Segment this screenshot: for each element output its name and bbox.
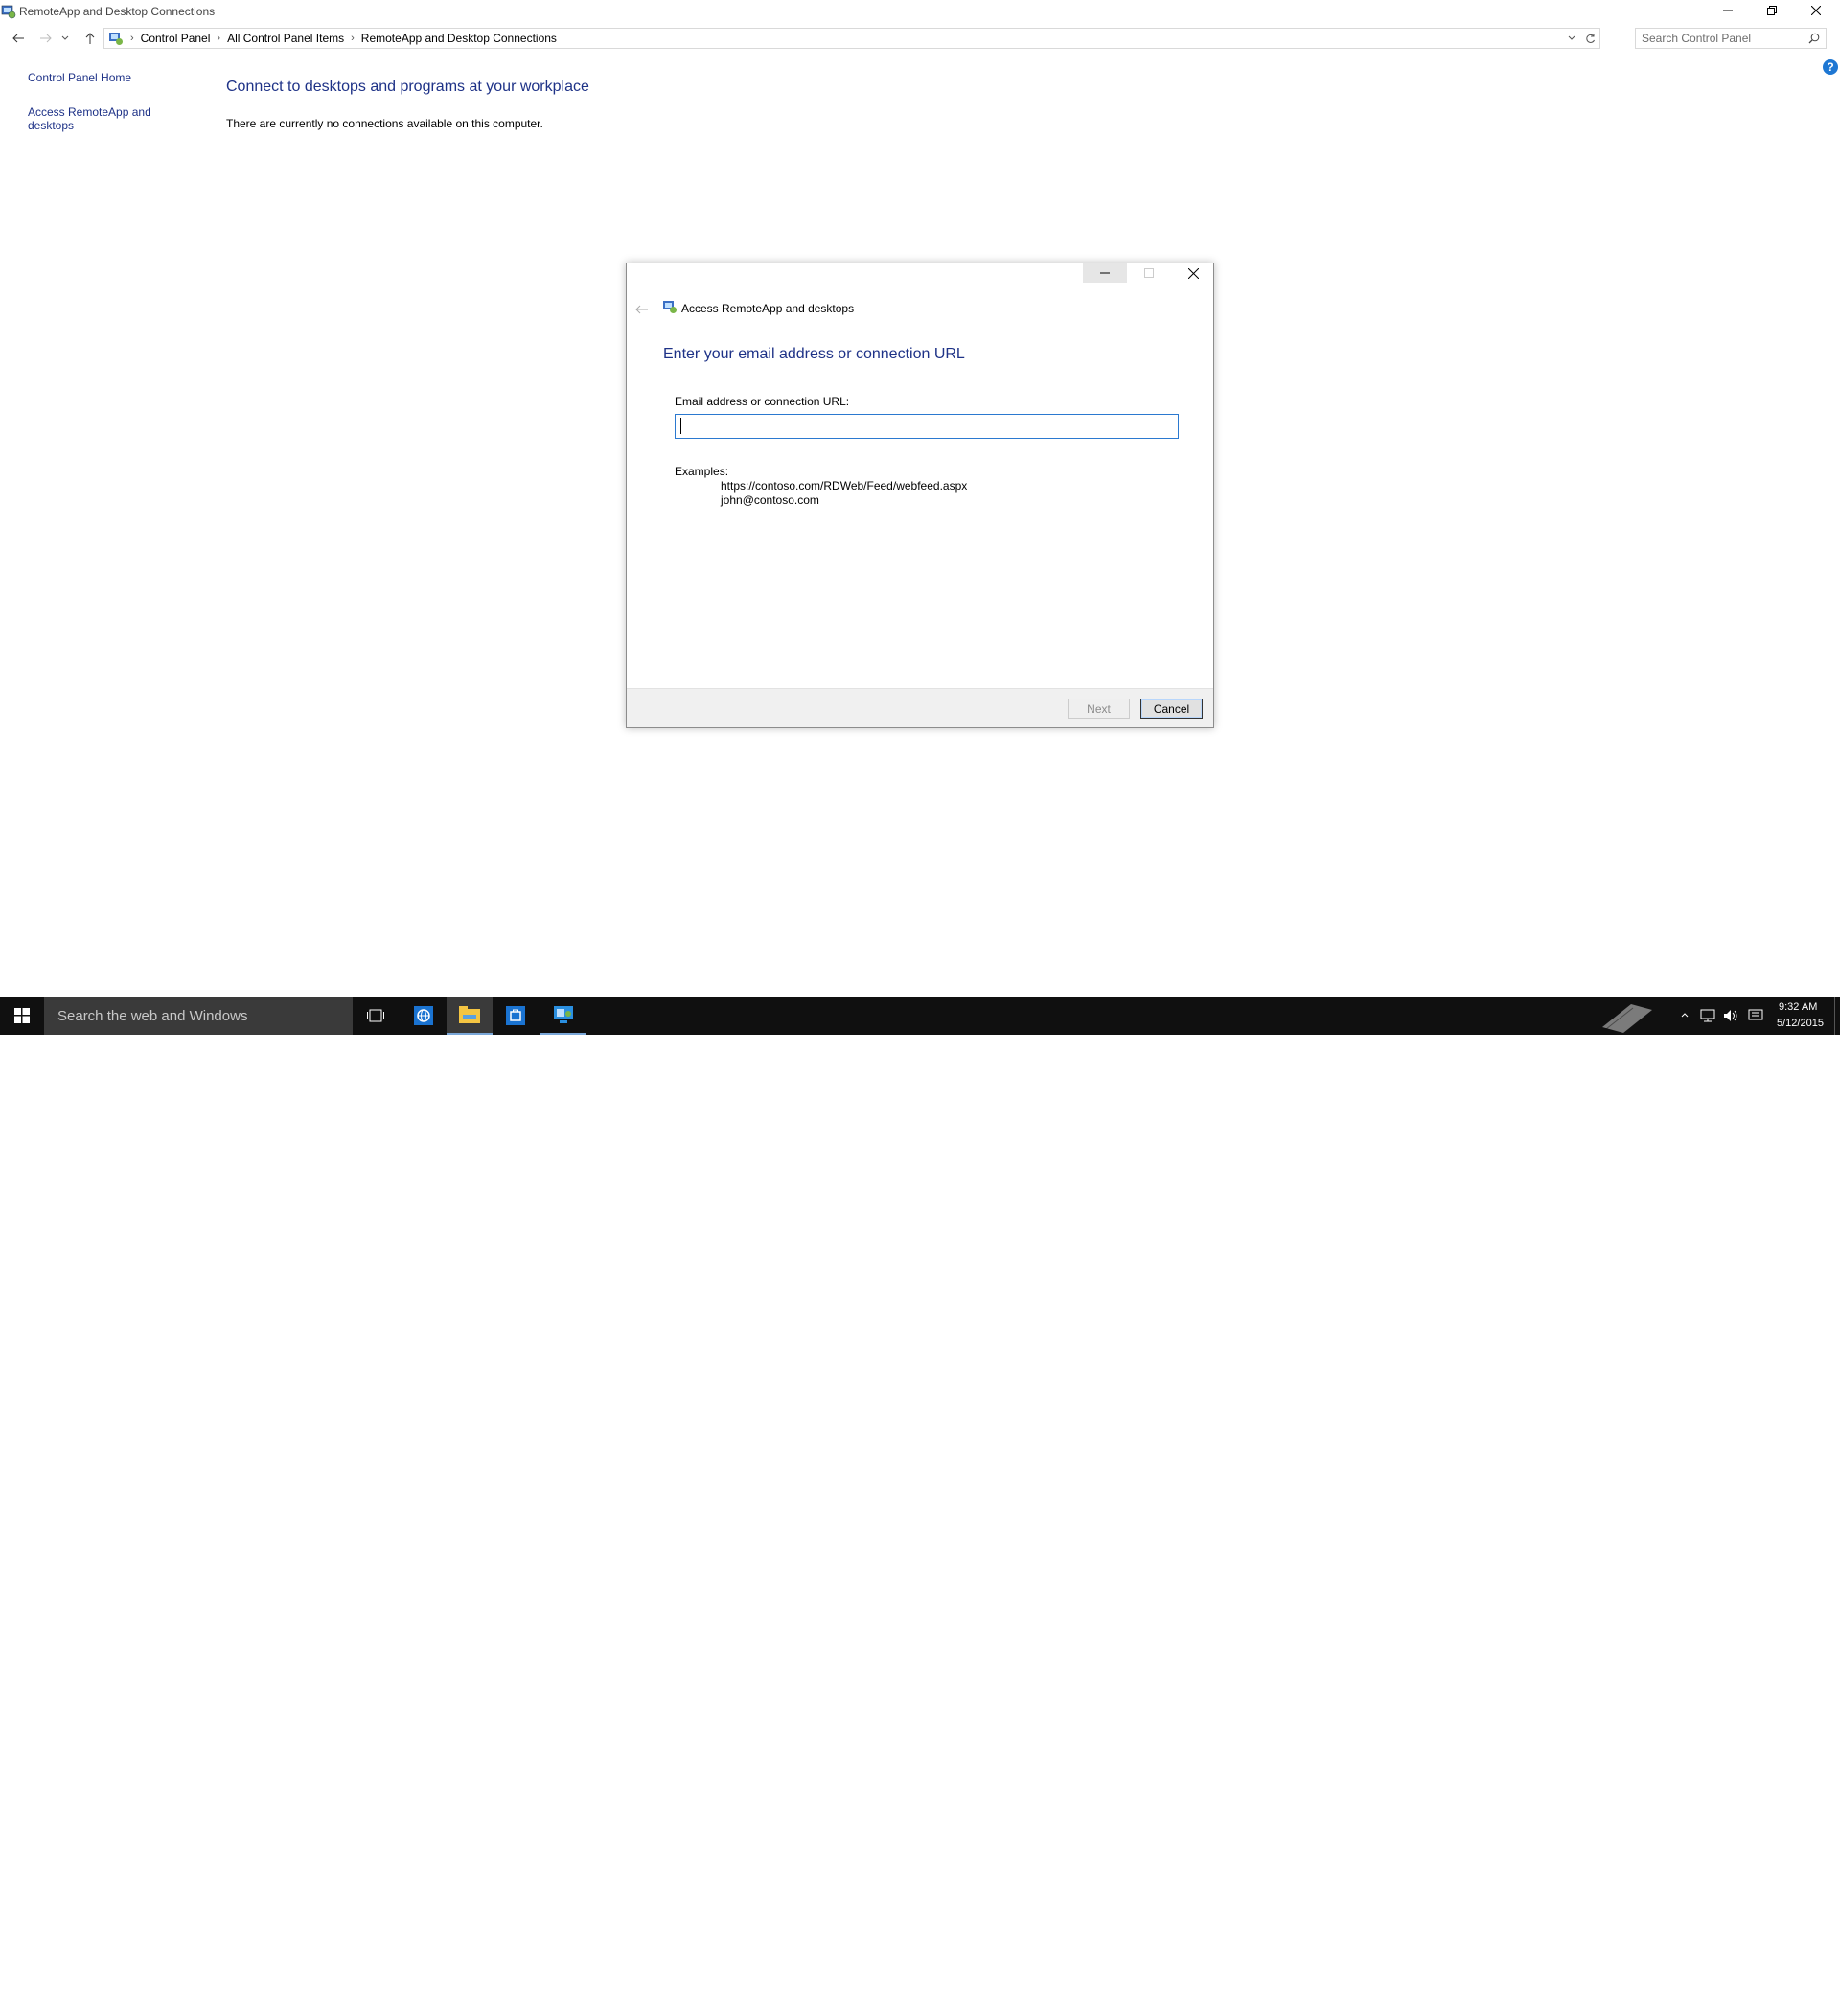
text-caret [680,418,681,434]
browser-button[interactable] [401,997,447,1035]
address-dropdown-button[interactable] [1565,32,1578,45]
taskbar-search-placeholder: Search the web and Windows [58,1008,248,1024]
breadcrumb-separator-icon: › [130,33,134,44]
sidebar: Control Panel Home Access RemoteApp and … [28,71,162,153]
recent-locations-button[interactable] [59,30,71,47]
close-button[interactable] [1794,0,1838,21]
back-button[interactable] [9,30,28,47]
control-panel-taskbar-button[interactable] [540,997,586,1035]
clock-time[interactable]: 9:32 AM [1779,1001,1817,1013]
navigation-bar: › Control Panel › All Control Panel Item… [0,27,1840,50]
dialog-footer: Next Cancel [627,688,1213,727]
show-desktop-button[interactable] [1834,997,1840,1035]
volume-icon[interactable] [1723,1009,1738,1022]
search-icon[interactable] [1808,33,1820,44]
up-arrow-icon [85,33,95,44]
minimize-icon [1100,272,1110,274]
sidebar-item-access-remoteapp[interactable]: Access RemoteApp and desktops [28,105,152,132]
search-input[interactable] [1642,32,1800,45]
dialog-title: Access RemoteApp and desktops [681,302,855,315]
help-icon[interactable]: ? [1823,59,1838,75]
refresh-button[interactable] [1583,32,1597,45]
window-title: RemoteApp and Desktop Connections [19,5,216,18]
dialog-close-button[interactable] [1171,263,1215,283]
action-center-icon[interactable] [1748,1009,1763,1022]
book-logo-icon [1602,1004,1652,1033]
file-explorer-icon [459,1006,480,1023]
chevron-down-icon [61,35,69,40]
task-view-button[interactable] [353,997,399,1035]
status-text: There are currently no connections avail… [226,117,543,130]
dialog-heading: Enter your email address or connection U… [663,346,965,362]
forward-button[interactable] [36,30,56,47]
restore-icon [1767,6,1777,15]
close-icon [1811,6,1821,15]
up-button[interactable] [80,30,100,47]
access-remoteapp-dialog: Access RemoteApp and desktops Enter your… [626,263,1214,728]
store-icon [506,1006,525,1025]
breadcrumb-all-items[interactable]: All Control Panel Items [227,32,344,45]
network-icon[interactable] [1700,1009,1715,1022]
control-panel-icon [554,1006,573,1023]
minimize-button[interactable] [1706,0,1750,21]
refresh-icon [1585,33,1595,43]
search-box[interactable] [1635,28,1827,49]
breadcrumb-separator-icon: › [351,33,355,44]
cancel-button[interactable]: Cancel [1140,699,1203,719]
store-button[interactable] [493,997,539,1035]
remoteapp-icon [663,301,677,313]
edge-icon [414,1006,433,1025]
close-icon [1187,267,1199,279]
windows-start-icon [14,1008,30,1023]
breadcrumb: › Control Panel › All Control Panel Item… [108,31,557,46]
next-button[interactable]: Next [1068,699,1130,719]
examples-label: Examples: [675,465,729,478]
window-titlebar: RemoteApp and Desktop Connections [0,0,1840,23]
address-bar[interactable]: › Control Panel › All Control Panel Item… [104,28,1600,49]
dialog-maximize-button [1127,263,1171,283]
watermark-text: The Collection Book [1658,1997,1805,2015]
email-url-label: Email address or connection URL: [675,395,850,408]
example-email: john@contoso.com [721,493,819,507]
back-arrow-icon [12,34,24,43]
breadcrumb-separator-icon: › [217,33,221,44]
control-panel-icon [109,33,123,45]
chevron-up-icon [1681,1012,1689,1017]
restore-button[interactable] [1750,0,1794,21]
breadcrumb-remoteapp[interactable]: RemoteApp and Desktop Connections [361,32,557,45]
page-title: Connect to desktops and programs at your… [226,79,589,95]
clock-date[interactable]: 5/12/2015 [1777,1018,1824,1029]
example-url: https://contoso.com/RDWeb/Feed/webfeed.a… [721,479,968,493]
tray-overflow-button[interactable] [1679,1008,1690,1021]
dialog-minimize-button[interactable] [1083,263,1127,283]
file-explorer-button[interactable] [447,997,493,1035]
control-panel-icon [1,5,16,19]
taskbar-search[interactable]: Search the web and Windows [44,997,353,1035]
email-url-input[interactable] [675,414,1179,439]
taskbar: Search the web and Windows The Collectio… [0,997,1840,2015]
task-view-icon [367,1009,384,1022]
sidebar-item-control-panel-home[interactable]: Control Panel Home [28,71,162,84]
maximize-icon [1144,268,1154,278]
back-arrow-icon[interactable] [634,302,650,317]
minimize-icon [1723,10,1733,11]
chevron-down-icon [1568,35,1576,40]
breadcrumb-control-panel[interactable]: Control Panel [141,32,211,45]
forward-arrow-icon [40,34,52,43]
start-button[interactable] [0,997,44,1035]
